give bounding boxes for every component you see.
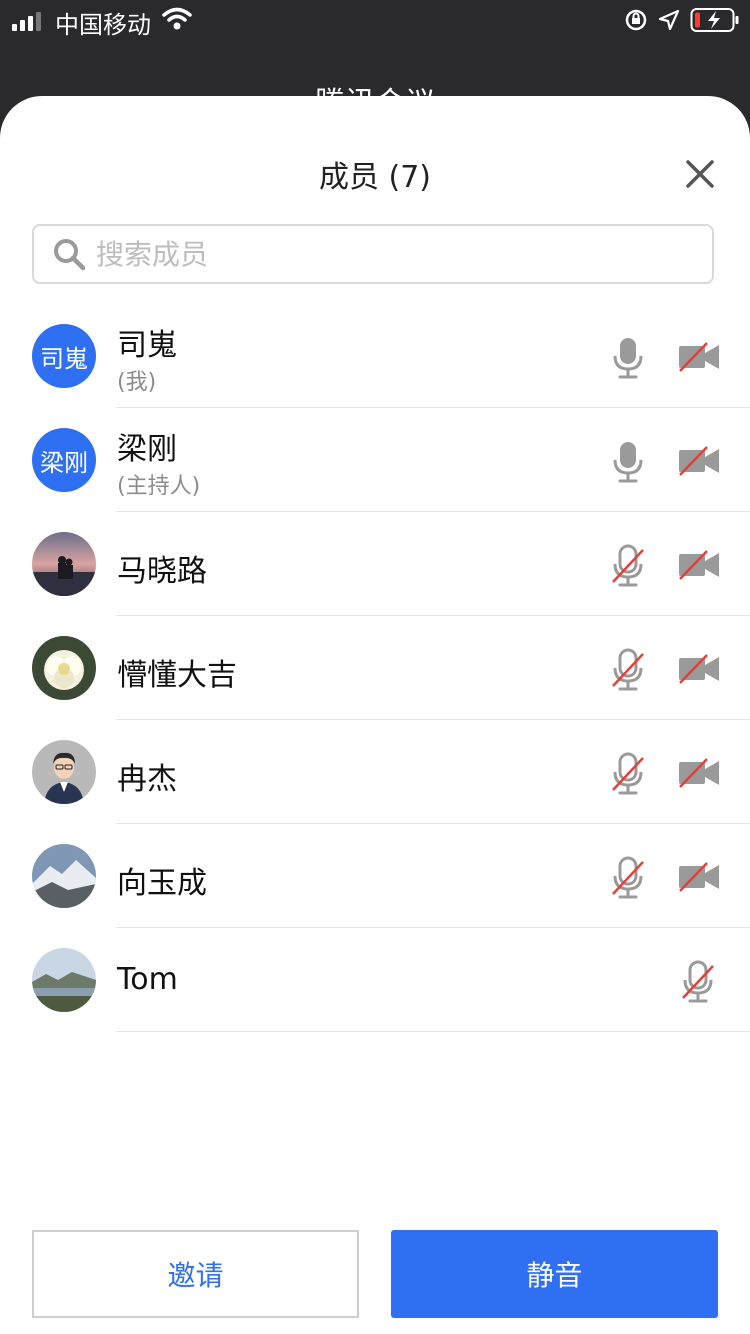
mic-muted-icon[interactable] [611,544,645,588]
member-name: Tom [117,962,178,997]
member-name: 向玉成 [117,866,207,901]
mute-all-button[interactable]: 静音 [391,1230,718,1318]
orientation-lock-icon [625,9,647,31]
mic-muted-icon[interactable] [611,752,645,796]
invite-button[interactable]: 邀请 [32,1230,359,1318]
avatar [32,844,96,908]
camera-off-icon[interactable] [678,550,720,580]
search-icon [54,239,86,271]
location-icon [658,9,680,31]
mic-muted-icon[interactable] [611,648,645,692]
member-row[interactable]: 司嵬 司嵬 (我) [0,304,750,408]
member-name: 司嵬 [117,328,177,363]
wifi-icon [162,7,192,30]
carrier-label: 中国移动 [55,11,151,39]
avatar: 梁刚 [32,428,96,492]
member-row[interactable]: Tom [0,928,750,1032]
avatar [32,948,96,1012]
avatar: 司嵬 [32,324,96,388]
search-field[interactable] [32,224,714,284]
member-row[interactable]: 懵懂大吉 [0,616,750,720]
camera-off-icon[interactable] [678,654,720,684]
member-row[interactable]: 向玉成 [0,824,750,928]
member-row[interactable]: 马晓路 [0,512,750,616]
battery-icon [690,8,739,32]
member-role: (我) [117,370,157,395]
members-sheet: 成员 (7) 司嵬 司嵬 (我) [0,96,750,1334]
member-row[interactable]: 冉杰 [0,720,750,824]
camera-off-icon[interactable] [678,862,720,892]
mic-muted-icon[interactable] [681,960,715,1004]
member-row[interactable]: 梁刚 梁刚 (主持人) [0,408,750,512]
mic-icon[interactable] [611,336,645,380]
member-list: 司嵬 司嵬 (我) 梁刚 梁刚 (主持人) 马晓路 懵懂大吉 冉杰 向玉成 To… [0,304,750,1032]
mic-icon[interactable] [611,440,645,484]
avatar [32,532,96,596]
status-bar: 中国移动 [0,0,750,40]
member-name: 懵懂大吉 [117,658,237,693]
camera-off-icon[interactable] [678,446,720,476]
member-role: (主持人) [117,474,201,499]
divider [116,1031,750,1032]
sheet-title: 成员 (7) [318,160,432,195]
signal-icon [12,12,41,31]
member-name: 冉杰 [117,762,177,797]
camera-off-icon[interactable] [678,758,720,788]
avatar [32,740,96,804]
member-name: 梁刚 [117,432,177,467]
mic-muted-icon[interactable] [611,856,645,900]
search-input[interactable] [94,236,658,272]
member-name: 马晓路 [117,554,207,589]
close-icon[interactable] [680,154,720,194]
avatar [32,636,96,700]
camera-off-icon[interactable] [678,342,720,372]
